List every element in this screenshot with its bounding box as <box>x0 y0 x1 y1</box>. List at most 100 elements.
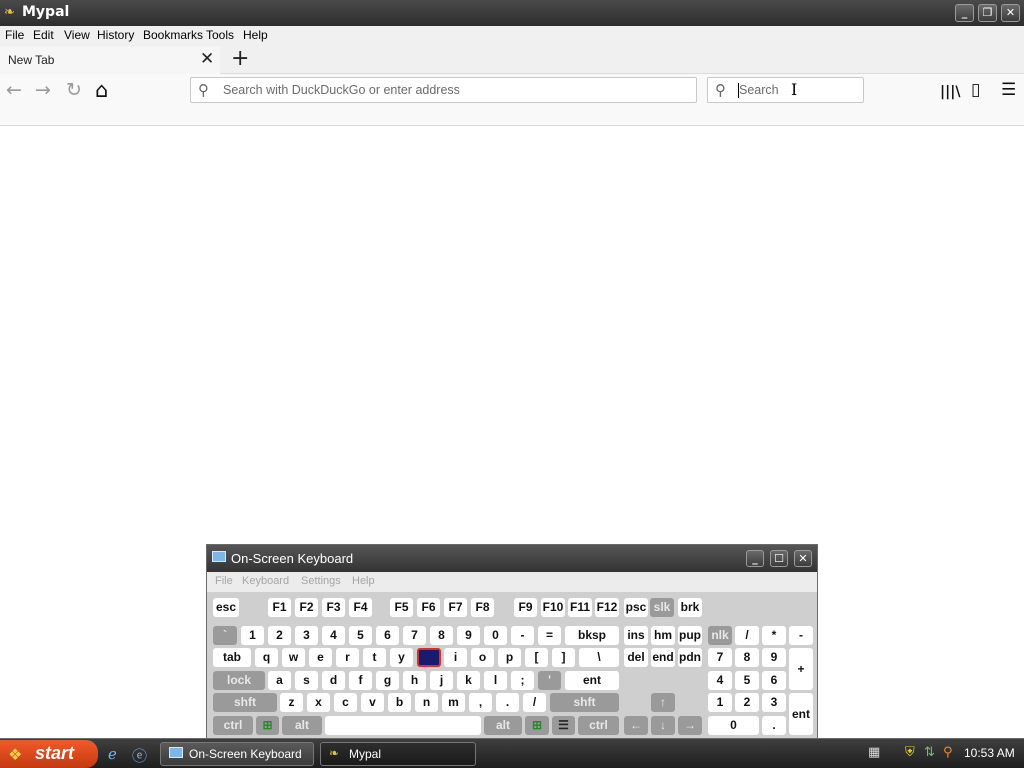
key-y[interactable]: y <box>390 648 413 667</box>
key-n[interactable]: n <box>415 693 438 712</box>
key-apostrophe[interactable]: ' <box>538 671 561 690</box>
key-0[interactable]: 0 <box>484 626 507 645</box>
internet-explorer-icon[interactable]: ℯ <box>108 745 117 763</box>
key-left-alt[interactable]: alt <box>282 716 322 735</box>
key-num-3[interactable]: 3 <box>762 693 786 712</box>
key-z[interactable]: z <box>280 693 303 712</box>
key-f10[interactable]: F10 <box>541 598 565 617</box>
key-k[interactable]: k <box>457 671 480 690</box>
key-f6[interactable]: F6 <box>417 598 440 617</box>
key-num-7[interactable]: 7 <box>708 648 732 667</box>
address-bar[interactable]: ⚲ Search with DuckDuckGo or enter addres… <box>190 77 697 103</box>
key-brk[interactable]: brk <box>678 598 702 617</box>
library-icon[interactable]: |||\ <box>940 82 960 102</box>
key-enter[interactable]: ent <box>565 671 619 690</box>
home-icon[interactable]: ⌂ <box>95 80 108 101</box>
search-tray-icon[interactable]: ⚲ <box>943 745 953 760</box>
key-right-windows[interactable]: ⊞ <box>525 716 549 735</box>
task-on-screen-keyboard[interactable]: On-Screen Keyboard <box>160 742 314 766</box>
key-comma[interactable]: , <box>469 693 492 712</box>
key-v[interactable]: v <box>361 693 384 712</box>
keyboard-tray-icon[interactable]: ▦ <box>868 745 880 760</box>
key-backspace[interactable]: bksp <box>565 626 619 645</box>
key-9[interactable]: 9 <box>457 626 480 645</box>
key-num-9[interactable]: 9 <box>762 648 786 667</box>
key-slk[interactable]: slk <box>650 598 674 617</box>
key-del[interactable]: del <box>624 648 648 667</box>
key-num-divide[interactable]: / <box>735 626 759 645</box>
key-o[interactable]: o <box>471 648 494 667</box>
start-button[interactable]: ❖ start <box>0 740 98 768</box>
osk-menu-keyboard[interactable]: Keyboard <box>242 575 289 587</box>
restore-button[interactable]: ❐ <box>978 4 997 22</box>
key-f5[interactable]: F5 <box>390 598 413 617</box>
menu-history[interactable]: History <box>97 28 134 42</box>
key-q[interactable]: q <box>255 648 278 667</box>
key-7[interactable]: 7 <box>403 626 426 645</box>
key-x[interactable]: x <box>307 693 330 712</box>
key-backslash[interactable]: \ <box>579 648 619 667</box>
key-f1[interactable]: F1 <box>268 598 291 617</box>
key-w[interactable]: w <box>282 648 305 667</box>
key-ins[interactable]: ins <box>624 626 648 645</box>
network-icon[interactable]: ⇅ <box>924 745 935 760</box>
key-num-decimal[interactable]: . <box>762 716 786 735</box>
key-5[interactable]: 5 <box>349 626 372 645</box>
key-left-ctrl[interactable]: ctrl <box>213 716 253 735</box>
key-f2[interactable]: F2 <box>295 598 318 617</box>
key-num-minus[interactable]: - <box>789 626 813 645</box>
key-u-highlighted[interactable] <box>417 648 441 667</box>
key-right-shift[interactable]: shft <box>550 693 619 712</box>
key-num-5[interactable]: 5 <box>735 671 759 690</box>
key-num-1[interactable]: 1 <box>708 693 732 712</box>
key-pagedown[interactable]: pdn <box>678 648 702 667</box>
tab-new-tab[interactable]: New Tab ✕ <box>0 46 220 74</box>
key-6[interactable]: 6 <box>376 626 399 645</box>
key-right-ctrl[interactable]: ctrl <box>578 716 619 735</box>
key-num-8[interactable]: 8 <box>735 648 759 667</box>
clock[interactable]: 10:53 AM <box>964 746 1015 760</box>
key-2[interactable]: 2 <box>268 626 291 645</box>
key-right-arrow[interactable]: → <box>678 716 702 735</box>
key-b[interactable]: b <box>388 693 411 712</box>
menu-bookmarks[interactable]: Bookmarks <box>143 28 203 42</box>
key-j[interactable]: j <box>430 671 453 690</box>
key-h[interactable]: h <box>403 671 426 690</box>
key-c[interactable]: c <box>334 693 357 712</box>
key-i[interactable]: i <box>444 648 467 667</box>
key-home[interactable]: hm <box>651 626 675 645</box>
key-t[interactable]: t <box>363 648 386 667</box>
key-r[interactable]: r <box>336 648 359 667</box>
key-psc[interactable]: psc <box>624 598 648 617</box>
search-input[interactable]: ⚲ Search <box>707 77 864 103</box>
key-capslock[interactable]: lock <box>213 671 265 690</box>
key-f11[interactable]: F11 <box>568 598 592 617</box>
new-tab-plus-icon[interactable]: + <box>231 48 249 70</box>
back-arrow-icon[interactable]: ← <box>6 80 22 100</box>
key-f3[interactable]: F3 <box>322 598 345 617</box>
key-slash[interactable]: / <box>523 693 546 712</box>
key-left-arrow[interactable]: ← <box>624 716 648 735</box>
key-equals[interactable]: = <box>538 626 561 645</box>
close-window-button[interactable]: ✕ <box>1001 4 1020 22</box>
forward-arrow-icon[interactable]: → <box>35 80 51 100</box>
key-8[interactable]: 8 <box>430 626 453 645</box>
key-g[interactable]: g <box>376 671 399 690</box>
key-f4[interactable]: F4 <box>349 598 372 617</box>
key-down-arrow[interactable]: ↓ <box>651 716 675 735</box>
key-num-multiply[interactable]: * <box>762 626 786 645</box>
menu-help[interactable]: Help <box>243 28 268 42</box>
key-f[interactable]: f <box>349 671 372 690</box>
key-close-bracket[interactable]: ] <box>552 648 575 667</box>
key-p[interactable]: p <box>498 648 521 667</box>
key-l[interactable]: l <box>484 671 507 690</box>
key-up-arrow[interactable]: ↑ <box>651 693 675 712</box>
menu-view[interactable]: View <box>64 28 90 42</box>
key-num-enter[interactable]: ent <box>789 693 813 735</box>
key-numlock[interactable]: nlk <box>708 626 732 645</box>
tab-close-icon[interactable]: ✕ <box>200 50 214 68</box>
key-backtick[interactable]: ` <box>213 626 237 645</box>
key-4[interactable]: 4 <box>322 626 345 645</box>
sidebar-icon[interactable]: ▯ <box>971 80 980 100</box>
key-num-6[interactable]: 6 <box>762 671 786 690</box>
